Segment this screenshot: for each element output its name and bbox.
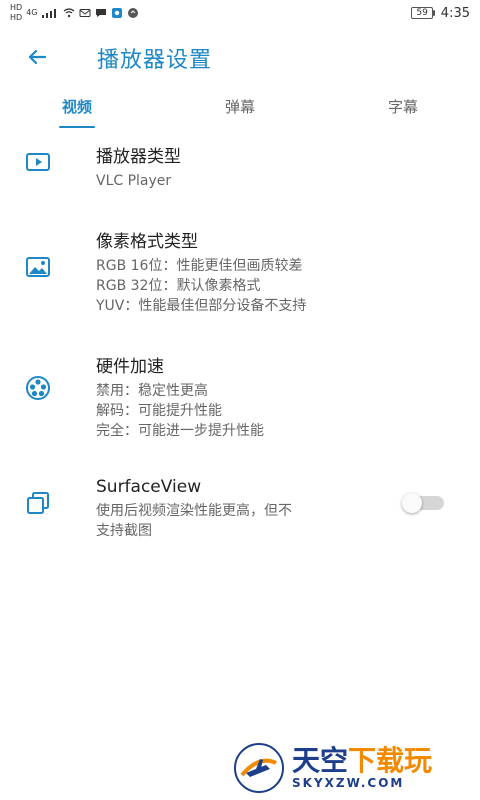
plane-logo-icon [240, 758, 277, 777]
sync-icon [128, 8, 139, 18]
watermark-logo [234, 743, 284, 793]
page-title: 播放器设置 [97, 48, 213, 73]
watermark-cn: 天空下载玩 [292, 746, 432, 776]
app-header: 播放器设置 [0, 30, 480, 84]
wifi-icon [64, 8, 75, 18]
setting-title: 硬件加速 [96, 357, 164, 377]
settings-tabs: 视频 弹幕 字幕 [0, 90, 480, 128]
watermark: 天空下载玩 SKYXZW.COM [234, 740, 474, 796]
arrow-left-icon [28, 49, 47, 65]
signal-icon [42, 9, 57, 18]
setting-line: RGB 16位：性能更佳但画质较差 [96, 258, 303, 274]
status-bar: HD HD 4G 59 4:35 [0, 0, 480, 26]
app-icon [112, 8, 123, 18]
mail-icon [79, 9, 91, 17]
setting-line: 解码：可能提升性能 [96, 403, 222, 419]
setting-line: YUV：性能最佳但部分设备不支持 [96, 298, 307, 314]
setting-title: SurfaceView [96, 477, 202, 497]
hd-label-1: HD [10, 3, 23, 12]
watermark-en: SKYXZW.COM [292, 776, 405, 790]
status-left: HD HD 4G [10, 4, 139, 22]
surfaceview-icon [24, 489, 52, 517]
setting-line: RGB 32位：默认像素格式 [96, 278, 261, 294]
video-play-icon [26, 153, 50, 171]
network-label: 4G [26, 8, 38, 17]
setting-line: 禁用：稳定性更高 [96, 383, 208, 399]
chat-icon [96, 9, 107, 17]
surfaceview-toggle[interactable] [402, 493, 444, 513]
watermark-cn-2: 下载玩 [348, 744, 433, 777]
setting-line: 支持截图 [96, 523, 152, 539]
battery-indicator: 59 [411, 7, 436, 19]
back-button[interactable] [24, 44, 50, 70]
pixel-format-icon [24, 253, 52, 281]
setting-player-type[interactable]: 播放器类型 VLC Player [0, 132, 480, 199]
setting-title: 像素格式类型 [96, 232, 198, 252]
setting-surfaceview[interactable]: SurfaceView 使用后视频渲染性能更高，但不 支持截图 [0, 467, 480, 549]
setting-hardware-acceleration[interactable]: 硬件加速 禁用：稳定性更高 解码：可能提升性能 完全：可能进一步提升性能 [0, 342, 480, 449]
setting-value: VLC Player [96, 173, 172, 189]
setting-line: 完全：可能进一步提升性能 [96, 423, 264, 439]
tab-subtitles[interactable]: 字幕 [388, 90, 418, 122]
copy-layers-icon [27, 492, 49, 514]
film-reel-icon [26, 376, 50, 400]
watermark-text: 天空下载玩 SKYXZW.COM [292, 746, 432, 791]
hd-label-2: HD [10, 13, 23, 22]
player-type-icon [24, 148, 52, 176]
setting-title: 播放器类型 [96, 147, 181, 167]
tab-danmaku[interactable]: 弹幕 [225, 90, 255, 122]
settings-list: 播放器类型 VLC Player 像素格式类型 RGB 16位：性能更佳但画质较… [0, 132, 480, 549]
hardware-acceleration-icon [24, 374, 52, 402]
status-right: 59 4:35 [411, 6, 470, 21]
watermark-cn-1: 天空 [292, 744, 349, 777]
status-time: 4:35 [440, 5, 470, 21]
setting-pixel-format[interactable]: 像素格式类型 RGB 16位：性能更佳但画质较差 RGB 32位：默认像素格式 … [0, 217, 480, 324]
image-icon [26, 257, 50, 277]
hd-labels: HD HD [10, 4, 22, 22]
tab-video[interactable]: 视频 [58, 90, 96, 128]
